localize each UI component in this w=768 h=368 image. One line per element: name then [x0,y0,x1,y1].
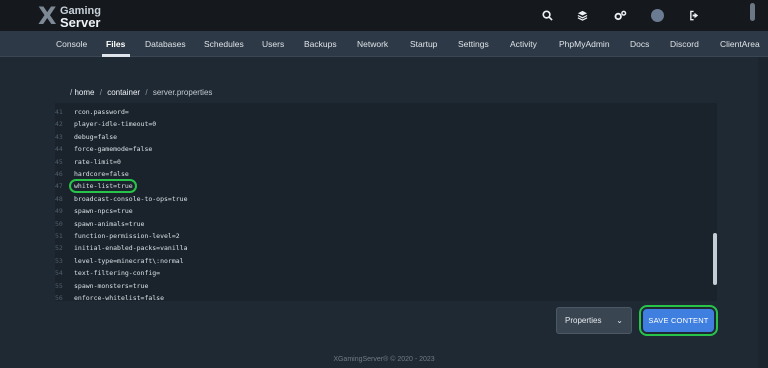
file-mode-select[interactable]: Properties ⌄ [556,307,632,334]
line-number: 55 [55,281,63,290]
breadcrumb-separator: / [99,88,102,97]
save-button-highlight: SAVE CONTENT [639,305,718,336]
line-text: force-gamemode=false [74,145,153,154]
line-text: text-filtering-config= [74,269,161,278]
code-line[interactable]: 49 spawn-npcs=true [55,205,717,217]
breadcrumb: / home / container / server.properties [70,88,212,97]
logo-line-2: Server [60,15,101,30]
line-text: spawn-npcs=true [74,207,133,216]
line-text: debug=false [74,132,118,141]
line-number: 50 [55,219,63,228]
line-text: initial-enabled-packs=vanilla [74,244,188,253]
top-header: X Gaming Server [0,0,768,31]
breadcrumb-root: / [70,88,73,97]
gears-icon[interactable] [613,8,627,22]
line-number: 51 [55,232,63,240]
line-number: 56 [55,294,63,301]
breadcrumb-current-file: server.properties [152,88,213,97]
line-number: 54 [55,269,63,278]
line-number: 52 [55,244,63,253]
line-text: player-idle-timeout=0 [74,120,157,129]
tab-schedules[interactable]: Schedules [204,31,244,57]
code-editor[interactable]: 41 rcon.password= 42 player-idle-timeout=0 4… [55,103,717,301]
page-scrollbar-thumb[interactable] [750,3,755,21]
line-number: 41 [55,108,63,116]
tab-startup[interactable]: Startup [410,31,437,57]
code-line[interactable]: 42 player-idle-timeout=0 [55,118,717,130]
line-number: 47 [55,182,63,191]
server-nav: Console Files Databases Schedules Users … [0,31,768,57]
active-tab-indicator [102,54,130,57]
code-line[interactable]: 55 spawn-monsters=true [55,280,717,292]
line-text: broadcast-console-to-ops=true [74,194,188,203]
code-line[interactable]: 47 white-list=true [55,180,717,192]
code-line[interactable]: 46 hardcore=false [55,168,717,180]
line-number: 46 [55,170,63,178]
sign-out-icon[interactable] [687,8,701,22]
highlight-annotation [69,179,137,194]
tab-settings[interactable]: Settings [458,31,489,57]
save-content-button[interactable]: SAVE CONTENT [643,309,714,332]
tab-users[interactable]: Users [262,31,284,57]
code-line[interactable]: 54 text-filtering-config= [55,267,717,279]
line-text: spawn-monsters=true [74,281,149,290]
line-number: 43 [55,132,63,141]
code-line[interactable]: 51 function-permission-level=2 [55,230,717,242]
breadcrumb-home[interactable]: home [74,88,94,97]
search-icon[interactable] [540,8,554,22]
line-text: level-type=minecraft\:normal [74,256,184,265]
line-text: function-permission-level=2 [74,232,180,240]
code-line[interactable]: 45 rate-limit=0 [55,156,717,168]
line-text: spawn-animals=true [74,219,145,228]
footer-copyright: XGamingServer® © 2020 - 2023 [333,356,435,363]
logo-mark: X [38,2,56,30]
line-text: rcon.password= [74,108,129,116]
tab-discord[interactable]: Discord [670,31,699,57]
code-line[interactable]: 52 initial-enabled-packs=vanilla [55,242,717,254]
breadcrumb-container[interactable]: container [107,88,140,97]
tab-clientarea[interactable]: ClientArea [720,31,760,57]
line-number: 45 [55,157,63,166]
code-line[interactable]: 50 spawn-animals=true [55,218,717,230]
code-line[interactable]: 56 enforce-whitelist=false [55,292,717,301]
code-line[interactable]: 44 force-gamemode=false [55,143,717,155]
tab-phpmyadmin[interactable]: PhpMyAdmin [559,31,610,57]
line-number: 48 [55,194,63,203]
line-text: rate-limit=0 [74,157,121,166]
tab-network[interactable]: Network [357,31,388,57]
brand-logo[interactable]: X Gaming Server [38,2,138,30]
editor-scrollbar-thumb[interactable] [713,233,717,285]
tab-databases[interactable]: Databases [145,31,186,57]
file-mode-value: Properties [565,316,602,325]
code-line[interactable]: 43 debug=false [55,131,717,143]
avatar[interactable] [651,9,664,22]
tab-console[interactable]: Console [56,31,87,57]
code-line[interactable]: 53 level-type=minecraft\:normal [55,255,717,267]
tab-activity[interactable]: Activity [510,31,537,57]
page-scrollbar-track[interactable] [758,57,768,368]
chevron-down-icon: ⌄ [616,316,623,325]
tab-docs[interactable]: Docs [630,31,649,57]
line-number: 42 [55,120,63,129]
line-number: 44 [55,145,63,154]
tab-backups[interactable]: Backups [304,31,337,57]
breadcrumb-separator: / [145,88,148,97]
line-number: 49 [55,207,63,216]
layers-icon[interactable] [575,8,589,22]
line-number: 53 [55,256,63,265]
code-line[interactable]: 48 broadcast-console-to-ops=true [55,193,717,205]
line-text: enforce-whitelist=false [74,294,165,301]
code-line[interactable]: 41 rcon.password= [55,106,717,118]
